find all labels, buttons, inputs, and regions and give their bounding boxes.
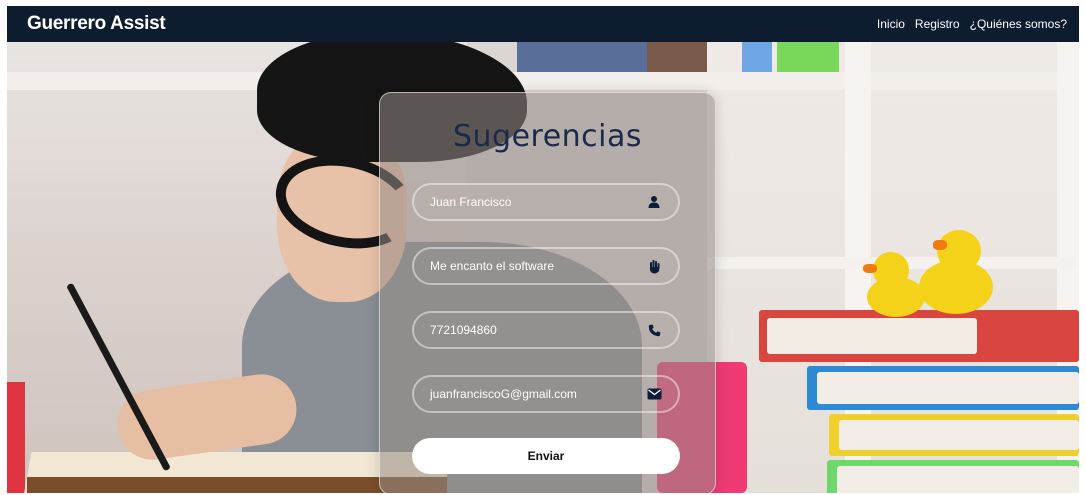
background-books (647, 42, 707, 72)
nav-link-registro[interactable]: Registro (915, 17, 960, 31)
nav-links: Inicio Registro ¿Quiénes somos? (877, 17, 1067, 31)
message-field[interactable]: Me encanto el software (412, 247, 680, 285)
brand-logo[interactable]: Guerrero Assist (27, 13, 166, 35)
envelope-icon (646, 386, 662, 402)
phone-field[interactable]: 7721094860 (412, 311, 680, 349)
form-title: Sugerencias (452, 119, 643, 154)
suggestions-form-card: Sugerencias Juan Francisco Me encanto el… (379, 92, 716, 493)
background-book (767, 318, 977, 354)
background-book (839, 420, 1079, 450)
background-duck (937, 230, 981, 272)
name-field[interactable]: Juan Francisco (412, 183, 680, 221)
hand-icon (646, 258, 662, 274)
page-frame: Guerrero Assist Inicio Registro ¿Quiénes… (7, 6, 1079, 493)
background-duck (863, 264, 877, 273)
background-books (777, 42, 839, 72)
background-books (517, 42, 647, 72)
background-books (742, 42, 772, 72)
phone-field-value[interactable]: 7721094860 (430, 323, 497, 337)
background-book (837, 466, 1079, 493)
background-duck (873, 252, 909, 288)
nav-link-inicio[interactable]: Inicio (877, 17, 905, 31)
background-shelf (7, 72, 1079, 90)
background-book (817, 372, 1079, 404)
email-field-value[interactable]: juanfranciscoG@gmail.com (430, 387, 577, 401)
name-field-value[interactable]: Juan Francisco (430, 195, 511, 209)
submit-button[interactable]: Enviar (412, 438, 680, 474)
user-icon (646, 194, 662, 210)
background-duck (933, 240, 947, 250)
top-navbar: Guerrero Assist Inicio Registro ¿Quiénes… (7, 6, 1079, 42)
phone-icon (646, 322, 662, 338)
nav-link-quienes-somos[interactable]: ¿Quiénes somos? (970, 17, 1067, 31)
message-field-value[interactable]: Me encanto el software (430, 259, 554, 273)
email-field[interactable]: juanfranciscoG@gmail.com (412, 375, 680, 413)
background-cup (7, 382, 25, 493)
